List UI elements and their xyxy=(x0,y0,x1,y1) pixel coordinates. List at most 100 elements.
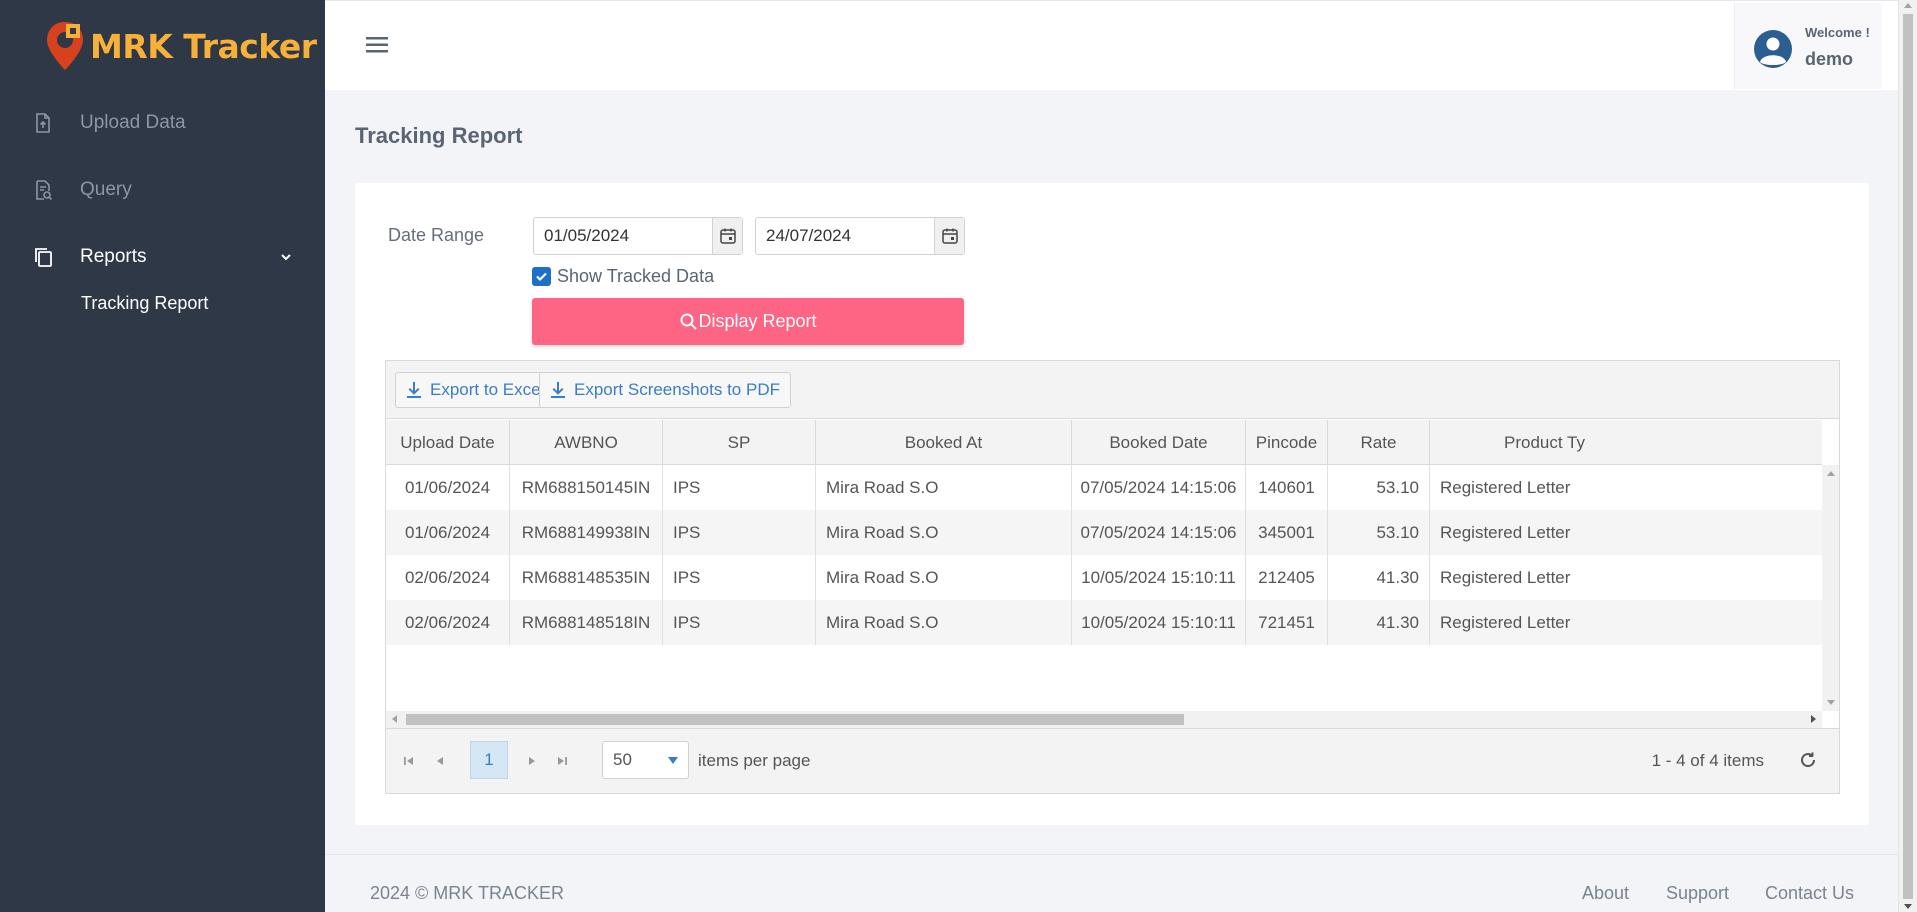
download-icon xyxy=(407,382,421,398)
page-size-value: 50 xyxy=(613,750,632,769)
cell-upload-date: 02/06/2024 xyxy=(386,555,510,600)
cell-upload-date: 02/06/2024 xyxy=(386,600,510,645)
grid-body: 01/06/2024 RM688150145IN IPS Mira Road S… xyxy=(386,465,1822,711)
cell-upload-date: 01/06/2024 xyxy=(386,465,510,510)
page-title: Tracking Report xyxy=(355,123,523,148)
column-header-booked-date[interactable]: Booked Date xyxy=(1072,420,1246,464)
sidebar-item-upload-data[interactable]: Upload Data xyxy=(0,103,325,143)
sidebar-item-label: Query xyxy=(80,179,132,200)
cell-booked-date: 07/05/2024 14:15:06 xyxy=(1072,465,1246,510)
items-per-page-label: items per page xyxy=(698,751,811,770)
table-row[interactable]: 02/06/2024 RM688148518IN IPS Mira Road S… xyxy=(386,600,1822,645)
footer-link-contact-us[interactable]: Contact Us xyxy=(1765,883,1854,904)
scroll-up-arrow[interactable] xyxy=(1827,471,1835,476)
map-pin-icon xyxy=(47,22,83,70)
page-scrollbar[interactable] xyxy=(1898,0,1917,912)
pager-info: 1 - 4 of 4 items xyxy=(1651,751,1764,770)
cell-booked-at: Mira Road S.O xyxy=(816,465,1072,510)
page-size-select[interactable]: 50 xyxy=(602,741,689,779)
table-row[interactable]: 02/06/2024 RM688148535IN IPS Mira Road S… xyxy=(386,555,1822,600)
scroll-right-arrow[interactable] xyxy=(1811,715,1816,723)
table-row[interactable]: 01/06/2024 RM688149938IN IPS Mira Road S… xyxy=(386,510,1822,555)
welcome-text: Welcome ! xyxy=(1805,25,1870,40)
scrollbar-thumb[interactable] xyxy=(406,714,1184,725)
user-menu[interactable]: Welcome ! demo xyxy=(1734,3,1882,89)
cell-pincode: 212405 xyxy=(1246,555,1328,600)
to-date-picker xyxy=(755,217,965,255)
cell-booked-at: Mira Road S.O xyxy=(816,600,1072,645)
column-header-awbno[interactable]: AWBNO xyxy=(510,420,663,464)
cell-rate: 41.30 xyxy=(1328,600,1430,645)
scrollbar-thumb[interactable] xyxy=(1903,14,1913,899)
from-date-input[interactable] xyxy=(534,218,712,254)
column-header-rate[interactable]: Rate xyxy=(1328,420,1430,464)
cell-upload-date: 01/06/2024 xyxy=(386,510,510,555)
sidebar: MRK Tracker Upload Data Query Reports Tr… xyxy=(0,0,325,912)
export-excel-button[interactable]: Export to Excel xyxy=(395,372,556,408)
refresh-icon[interactable] xyxy=(1797,749,1819,771)
sidebar-item-reports[interactable]: Reports xyxy=(0,237,325,277)
cell-booked-at: Mira Road S.O xyxy=(816,510,1072,555)
checkbox-checked[interactable] xyxy=(532,267,551,286)
column-header-sp[interactable]: SP xyxy=(663,420,816,464)
cell-awbno: RM688148535IN xyxy=(510,555,663,600)
column-header-booked-at[interactable]: Booked At xyxy=(816,420,1072,464)
app-logo[interactable]: MRK Tracker xyxy=(44,20,317,72)
cell-booked-date: 10/05/2024 15:10:11 xyxy=(1072,555,1246,600)
footer-link-support[interactable]: Support xyxy=(1666,883,1729,904)
scroll-down-arrow[interactable] xyxy=(1904,904,1912,909)
sidebar-item-label: Reports xyxy=(80,246,147,267)
cell-product-type: Registered Letter xyxy=(1440,613,1571,632)
cell-booked-at: Mira Road S.O xyxy=(816,555,1072,600)
cell-sp: IPS xyxy=(663,465,816,510)
user-avatar-icon xyxy=(1754,30,1792,68)
table-row[interactable]: 01/06/2024 RM688150145IN IPS Mira Road S… xyxy=(386,465,1822,510)
copy-icon xyxy=(35,248,52,267)
first-page-button[interactable] xyxy=(399,751,419,771)
calendar-icon xyxy=(941,228,958,244)
cell-pincode: 140601 xyxy=(1246,465,1328,510)
download-icon xyxy=(551,382,565,398)
column-header-pincode[interactable]: Pincode xyxy=(1246,420,1328,464)
copyright-text: 2024 © MRK TRACKER xyxy=(370,883,564,903)
chevron-down-icon xyxy=(668,757,678,764)
from-date-calendar-button[interactable] xyxy=(712,218,742,254)
prev-page-button[interactable] xyxy=(430,751,450,771)
grid-header: Upload Date AWBNO SP Booked At Booked Da… xyxy=(386,420,1822,465)
cell-pincode: 721451 xyxy=(1246,600,1328,645)
export-pdf-button[interactable]: Export Screenshots to PDF xyxy=(539,372,791,408)
footer-link-about[interactable]: About xyxy=(1582,883,1629,904)
show-tracked-data-checkbox[interactable]: Show Tracked Data xyxy=(532,266,714,287)
last-page-button[interactable] xyxy=(552,751,572,771)
search-icon xyxy=(680,313,698,330)
check-icon xyxy=(536,272,547,282)
cell-product-type: Registered Letter xyxy=(1440,523,1571,542)
grid-vertical-scrollbar[interactable] xyxy=(1822,465,1839,711)
sidebar-subitem-tracking-report[interactable]: Tracking Report xyxy=(81,293,208,314)
last-page-icon xyxy=(558,757,567,765)
grid-horizontal-scrollbar[interactable] xyxy=(386,711,1822,728)
prev-page-icon xyxy=(437,757,443,765)
page-number-current[interactable]: 1 xyxy=(470,741,508,779)
next-page-button[interactable] xyxy=(522,751,542,771)
display-report-button[interactable]: Display Report xyxy=(532,298,964,345)
chevron-down-icon xyxy=(281,254,291,261)
sidebar-item-query[interactable]: Query xyxy=(0,170,325,210)
column-header-product-type[interactable]: Product Ty xyxy=(1430,420,1822,464)
to-date-calendar-button[interactable] xyxy=(934,218,964,254)
cell-product-type: Registered Letter xyxy=(1440,568,1571,587)
cell-product-type: Registered Letter xyxy=(1440,478,1571,497)
to-date-input[interactable] xyxy=(756,218,934,254)
footer: 2024 © MRK TRACKER About Support Contact… xyxy=(325,854,1898,912)
scroll-left-arrow[interactable] xyxy=(392,715,397,723)
scroll-down-arrow[interactable] xyxy=(1827,700,1835,705)
hamburger-icon[interactable] xyxy=(365,34,391,56)
cell-awbno: RM688150145IN xyxy=(510,465,663,510)
display-report-label: Display Report xyxy=(698,311,817,331)
date-range-label: Date Range xyxy=(388,225,485,245)
column-header-upload-date[interactable]: Upload Date xyxy=(386,420,510,464)
checkbox-label: Show Tracked Data xyxy=(557,266,715,286)
from-date-picker xyxy=(533,217,743,255)
cell-booked-date: 07/05/2024 14:15:06 xyxy=(1072,510,1246,555)
scroll-up-arrow[interactable] xyxy=(1904,3,1912,8)
